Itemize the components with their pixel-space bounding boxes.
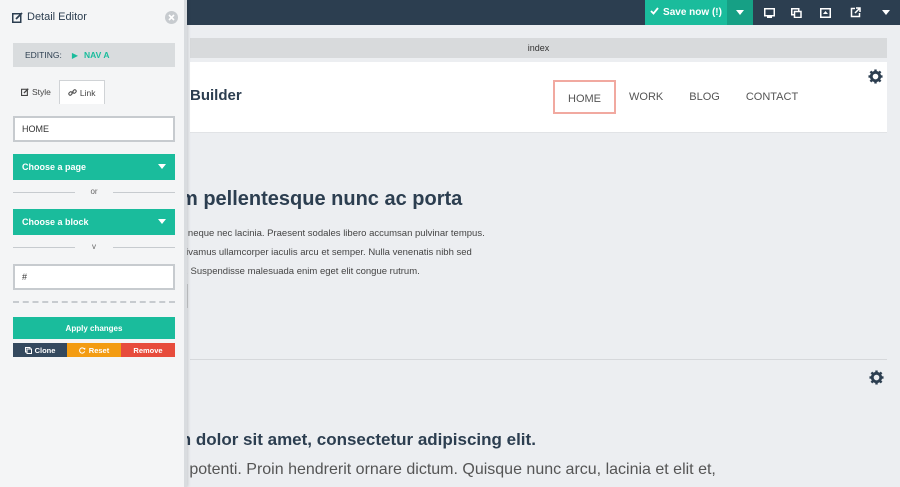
reset-button[interactable]: Reset	[67, 343, 121, 357]
close-icon[interactable]	[165, 11, 178, 24]
choose-block-label: Choose a block	[22, 217, 89, 227]
brand-logo-text[interactable]: Builder	[190, 87, 242, 104]
tab-style[interactable]: Style	[13, 80, 59, 104]
tab-link-label: Link	[79, 87, 96, 98]
refresh-icon	[78, 346, 86, 354]
apply-changes-button[interactable]: Apply changes	[13, 317, 175, 339]
check-icon	[650, 7, 659, 18]
page-tab-title: index	[527, 43, 550, 53]
play-icon: ▶	[71, 50, 78, 60]
or-label: or	[90, 187, 98, 196]
v-separator: v	[13, 242, 175, 252]
section-heading[interactable]: m dolor sit amet, consectetur adipiscing…	[176, 430, 536, 450]
panel-title-text: Detail Editor	[27, 11, 87, 23]
clone-button[interactable]: Clone	[13, 343, 67, 357]
remove-label: Remove	[133, 345, 163, 355]
section-divider	[190, 359, 887, 360]
hero-paragraph[interactable]: n neque nec lacinia. Praesent sodales li…	[180, 224, 510, 281]
hero-line: Vivamus ullamcorper iaculis arcu et semp…	[180, 247, 472, 258]
nav-item-work[interactable]: WORK	[616, 80, 676, 114]
page-tab-bar[interactable]: index	[190, 38, 887, 58]
tab-style-label: Style	[32, 87, 51, 97]
editing-indicator: EDITING: ▶ NAV A	[13, 43, 175, 67]
save-options-dropdown[interactable]	[727, 0, 753, 25]
clone-label: Clone	[34, 345, 56, 355]
preview-icon	[819, 7, 831, 18]
save-button-label: Save now (!)	[663, 7, 722, 18]
tab-link[interactable]: Link	[58, 80, 105, 104]
copy-icon	[24, 346, 32, 354]
editor-tabs: Style Link	[13, 80, 105, 104]
main-nav: HOME WORK BLOG CONTACT	[553, 80, 811, 114]
block-settings-gear-icon[interactable]	[869, 370, 884, 390]
save-button[interactable]: Save now (!)	[645, 0, 727, 25]
more-menu-button[interactable]	[871, 0, 900, 25]
url-input[interactable]	[13, 264, 175, 290]
desktop-icon	[763, 7, 775, 18]
remove-button[interactable]: Remove	[121, 343, 175, 357]
hero-line: n neque nec lacinia. Praesent sodales li…	[180, 228, 485, 239]
hero-line: n. Suspendisse malesuada enim eget elit …	[180, 266, 420, 277]
detail-editor-panel: Detail Editor EDITING: ▶ NAV A Style Lin…	[0, 0, 187, 487]
hero-block[interactable]: m pellentesque nunc ac porta n neque nec…	[180, 134, 887, 359]
link-text-input[interactable]	[13, 116, 175, 142]
panel-title: Detail Editor	[12, 11, 87, 23]
nav-item-contact[interactable]: CONTACT	[733, 80, 811, 114]
editing-label: EDITING:	[25, 50, 62, 60]
nav-item-blog[interactable]: BLOG	[676, 80, 733, 114]
preview-button[interactable]	[810, 0, 840, 25]
or-separator: or	[13, 187, 175, 197]
edit-icon	[12, 11, 23, 23]
section-text[interactable]: e potenti. Proin hendrerit ornare dictum…	[176, 461, 716, 479]
dashed-divider	[13, 301, 175, 303]
block-settings-gear-icon[interactable]	[868, 69, 883, 89]
link-icon	[68, 89, 77, 96]
tablet-view-button[interactable]	[781, 0, 811, 25]
reset-label: Reset	[88, 345, 110, 355]
choose-block-dropdown[interactable]: Choose a block	[13, 209, 175, 235]
hero-heading[interactable]: m pellentesque nunc ac porta	[180, 188, 462, 211]
desktop-view-button[interactable]	[754, 0, 784, 25]
action-buttons: Clone Reset Remove	[13, 343, 175, 357]
choose-page-label: Choose a page	[22, 162, 87, 172]
chevron-down-icon	[736, 10, 744, 15]
menu-caret-icon	[882, 10, 890, 15]
tablet-icon	[790, 7, 802, 18]
editing-target: NAV A	[84, 50, 110, 60]
choose-page-dropdown[interactable]: Choose a page	[13, 154, 175, 180]
v-label: v	[92, 242, 96, 251]
open-external-button[interactable]	[840, 0, 870, 25]
chevron-down-icon	[158, 164, 166, 169]
page-header-block[interactable]: Builder HOME WORK BLOG CONTACT	[190, 62, 887, 133]
chevron-down-icon	[158, 219, 166, 224]
nav-item-home[interactable]: HOME	[553, 80, 616, 114]
edit-icon	[21, 88, 29, 96]
external-link-icon	[850, 7, 861, 18]
